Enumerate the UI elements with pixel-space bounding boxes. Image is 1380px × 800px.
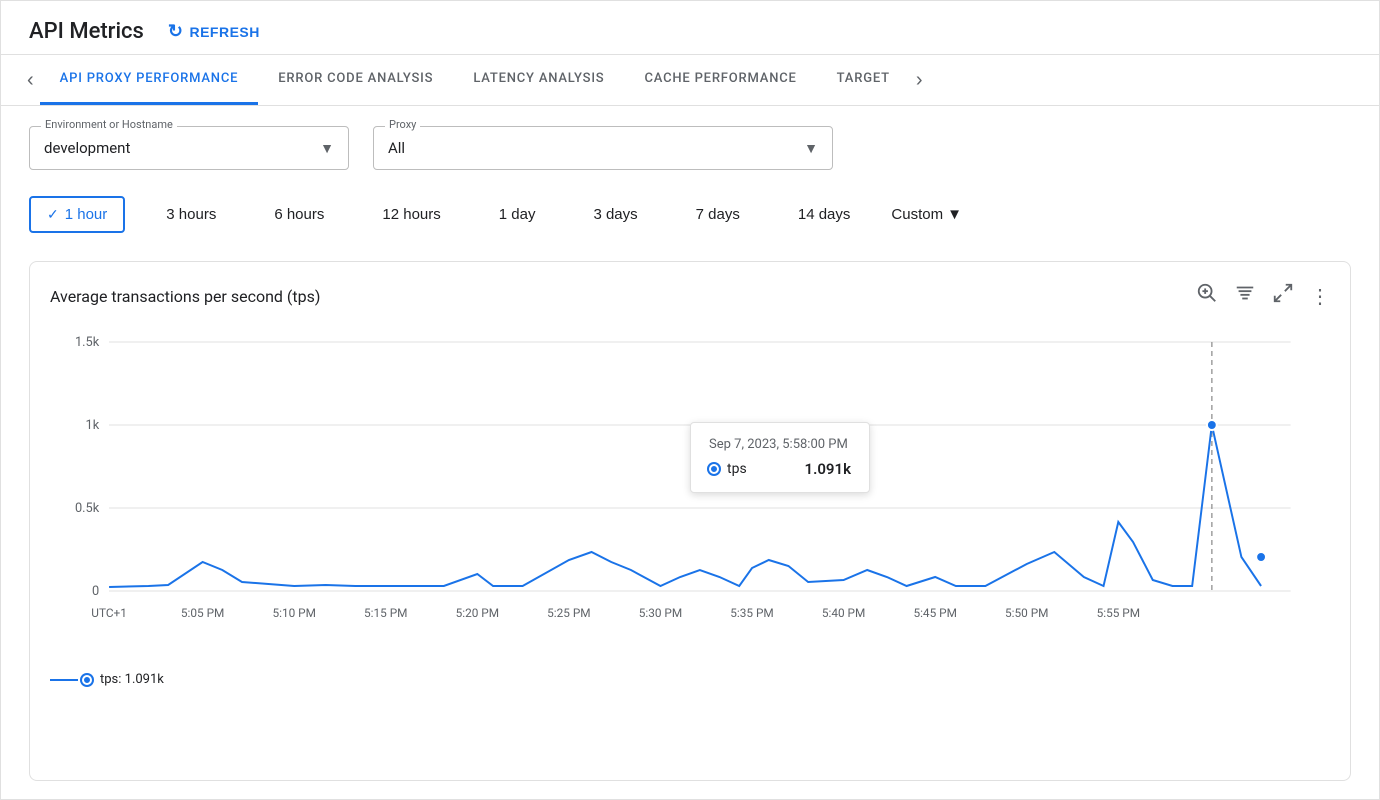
chart-toolbar: ⋮ — [1196, 282, 1330, 310]
svg-text:5:10 PM: 5:10 PM — [272, 606, 315, 620]
environment-label: Environment or Hostname — [41, 118, 177, 131]
chart-panel: Average transactions per second (tps) — [29, 261, 1351, 781]
legend-dot — [82, 675, 92, 685]
proxy-value: All — [388, 139, 405, 157]
svg-text:0: 0 — [92, 584, 99, 599]
tab-latency-analysis[interactable]: LATENCY ANALYSIS — [453, 55, 624, 105]
chart-title: Average transactions per second (tps) — [50, 287, 320, 306]
refresh-button[interactable]: ↻ REFRESH — [168, 21, 260, 42]
tabs-bar: ‹ API PROXY PERFORMANCE ERROR CODE ANALY… — [1, 55, 1379, 106]
environment-select-group: Environment or Hostname development ▼ — [29, 126, 349, 170]
chart-header: Average transactions per second (tps) — [50, 282, 1330, 310]
proxy-label: Proxy — [385, 118, 420, 131]
environment-select[interactable]: development ▼ — [29, 126, 349, 170]
chart-filter-icon[interactable] — [1234, 282, 1256, 310]
svg-text:5:25 PM: 5:25 PM — [547, 606, 590, 620]
tabs-next-button[interactable]: › — [910, 57, 929, 104]
chart-more-icon[interactable]: ⋮ — [1310, 284, 1330, 309]
svg-text:5:15 PM: 5:15 PM — [364, 606, 407, 620]
svg-text:5:05 PM: 5:05 PM — [181, 606, 224, 620]
time-btn-1day[interactable]: 1 day — [482, 197, 553, 232]
environment-value: development — [44, 139, 130, 157]
svg-text:0.5k: 0.5k — [75, 501, 100, 516]
chart-legend: tps: 1.091k — [50, 672, 1330, 687]
checkmark-icon: ✓ — [47, 206, 59, 223]
svg-text:1.5k: 1.5k — [75, 335, 100, 350]
filters-row: Environment or Hostname development ▼ Pr… — [1, 106, 1379, 180]
proxy-select[interactable]: All ▼ — [373, 126, 833, 170]
tab-error-code-analysis[interactable]: ERROR CODE ANALYSIS — [258, 55, 453, 105]
legend-line — [50, 675, 92, 685]
svg-text:5:45 PM: 5:45 PM — [913, 606, 956, 620]
legend-series: tps: 1.091k — [100, 672, 164, 687]
proxy-dropdown-icon: ▼ — [804, 140, 818, 157]
svg-text:5:30 PM: 5:30 PM — [639, 606, 682, 620]
tab-target[interactable]: TARGET — [817, 55, 910, 105]
svg-text:5:55 PM: 5:55 PM — [1097, 606, 1140, 620]
time-btn-6hours[interactable]: 6 hours — [257, 197, 341, 232]
chart-zoom-icon[interactable] — [1196, 282, 1218, 310]
legend-dash — [50, 679, 78, 681]
refresh-icon: ↻ — [168, 21, 184, 42]
time-btn-14days[interactable]: 14 days — [781, 197, 868, 232]
environment-dropdown-icon: ▼ — [320, 140, 334, 157]
time-range-row: ✓ 1 hour 3 hours 6 hours 12 hours 1 day … — [1, 180, 1379, 243]
svg-text:UTC+1: UTC+1 — [91, 606, 127, 620]
time-btn-3hours[interactable]: 3 hours — [149, 197, 233, 232]
tab-cache-performance[interactable]: CACHE PERFORMANCE — [624, 55, 816, 105]
chart-fullscreen-icon[interactable] — [1272, 282, 1294, 310]
time-btn-7days[interactable]: 7 days — [679, 197, 757, 232]
time-btn-3days[interactable]: 3 days — [576, 197, 654, 232]
chart-area: 1.5k 1k 0.5k 0 UTC+1 5:05 PM 5:10 PM 5:1… — [50, 322, 1330, 666]
svg-text:5:35 PM: 5:35 PM — [730, 606, 773, 620]
header: API Metrics ↻ REFRESH — [1, 1, 1379, 55]
svg-text:1k: 1k — [86, 418, 100, 433]
time-btn-1hour[interactable]: ✓ 1 hour — [29, 196, 125, 233]
time-btn-12hours[interactable]: 12 hours — [365, 197, 457, 232]
proxy-select-group: Proxy All ▼ — [373, 126, 833, 170]
svg-text:5:20 PM: 5:20 PM — [456, 606, 499, 620]
time-btn-custom[interactable]: Custom ▼ — [891, 206, 962, 223]
chart-svg: 1.5k 1k 0.5k 0 UTC+1 5:05 PM 5:10 PM 5:1… — [50, 322, 1330, 662]
svg-text:5:50 PM: 5:50 PM — [1005, 606, 1048, 620]
tab-api-proxy-performance[interactable]: API PROXY PERFORMANCE — [40, 55, 259, 105]
app-title: API Metrics — [29, 19, 144, 44]
tabs-prev-button[interactable]: ‹ — [21, 57, 40, 104]
custom-dropdown-icon: ▼ — [947, 206, 962, 223]
svg-text:5:40 PM: 5:40 PM — [822, 606, 865, 620]
